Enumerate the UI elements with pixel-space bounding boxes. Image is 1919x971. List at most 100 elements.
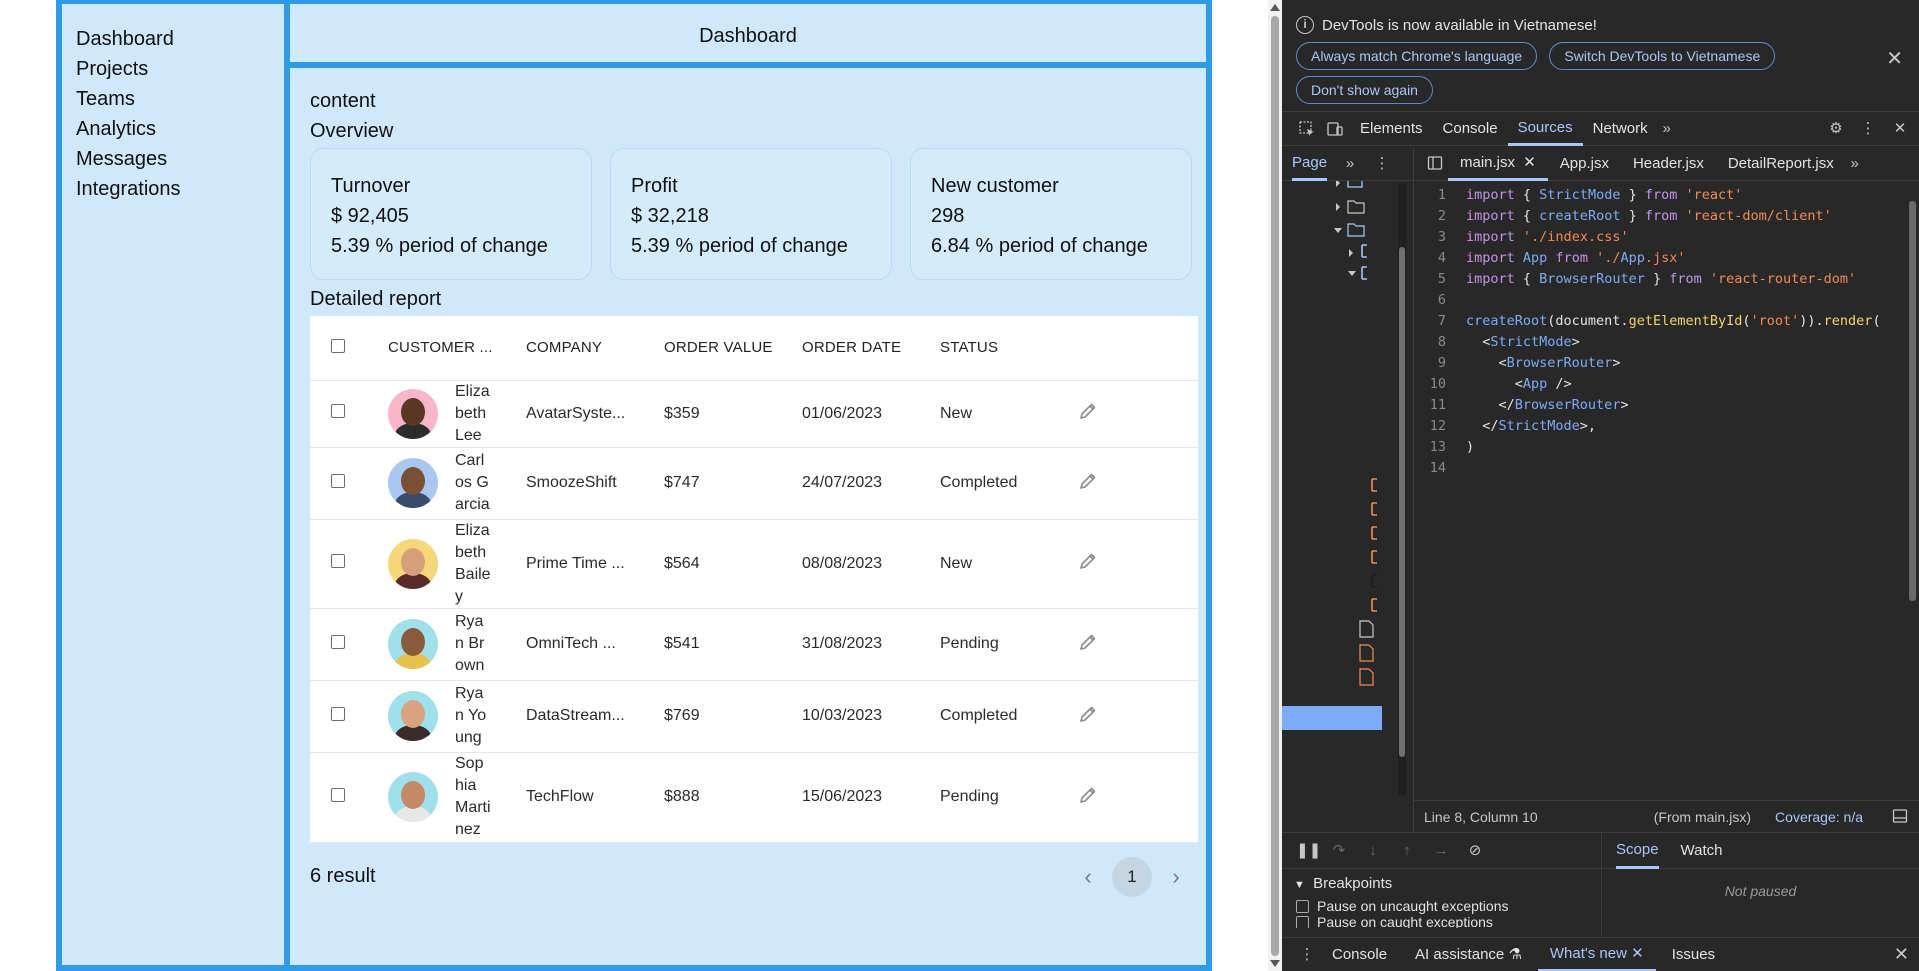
line-number[interactable]: 9	[1414, 353, 1466, 374]
edit-pencil-icon[interactable]	[1078, 551, 1098, 576]
sidebar-item-integrations[interactable]: Integrations	[76, 174, 284, 204]
edit-pencil-icon[interactable]	[1078, 704, 1098, 729]
row-checkbox[interactable]	[331, 706, 345, 721]
edit-pencil-icon[interactable]	[1078, 785, 1098, 810]
more-nav-tabs-icon[interactable]: »	[1341, 155, 1359, 173]
editor-scrollbar-thumb[interactable]	[1909, 201, 1916, 601]
table-row[interactable]: Elizabeth Lee AvatarSyste... $359 01/06/202…	[310, 380, 1198, 448]
toggle-console-icon[interactable]	[1891, 808, 1909, 826]
file-tab-header[interactable]: Header.jsx	[1621, 147, 1716, 181]
row-checkbox[interactable]	[331, 634, 345, 649]
code-line[interactable]: 14	[1414, 458, 1905, 479]
deactivate-breakpoints-icon[interactable]: ⊘	[1466, 842, 1484, 860]
switch-language-button[interactable]: Switch DevTools to Vietnamese	[1549, 42, 1776, 70]
code-view[interactable]: 1 import { StrictMode } from 'react' 2 impo…	[1414, 185, 1905, 785]
row-checkbox[interactable]	[331, 404, 345, 418]
drawer-tab-issues[interactable]: Issues	[1660, 938, 1727, 971]
nav-menu-icon[interactable]: ⋮	[1373, 155, 1391, 173]
code-line[interactable]: 12 </StrictMode>,	[1414, 416, 1905, 437]
inspect-element-icon[interactable]	[1298, 120, 1316, 138]
sidebar-item-projects[interactable]: Projects	[76, 54, 284, 84]
pause-icon[interactable]: ❚❚	[1296, 842, 1321, 860]
header-status[interactable]: STATUS	[940, 316, 1078, 381]
line-number[interactable]: 1	[1414, 185, 1466, 206]
code-line[interactable]: 8 <StrictMode>	[1414, 332, 1905, 353]
code-line[interactable]: 9 <BrowserRouter>	[1414, 353, 1905, 374]
coverage-status[interactable]: Coverage: n/a	[1775, 809, 1863, 825]
line-number[interactable]: 2	[1414, 206, 1466, 227]
dont-show-again-button[interactable]: Don't show again	[1296, 76, 1433, 104]
header-customer[interactable]: CUSTOMER ...	[388, 316, 526, 381]
code-line[interactable]: 11 </BrowserRouter>	[1414, 395, 1905, 416]
table-row[interactable]: Elizabeth Bailey Prime Time ... $564 08/08/…	[310, 519, 1198, 609]
next-page-icon[interactable]: ›	[1164, 864, 1188, 890]
tree-scrollbar-thumb[interactable]	[1399, 247, 1405, 757]
close-drawer-tab-icon[interactable]: ✕	[1631, 945, 1644, 962]
code-line[interactable]: 7 createRoot(document.getElementById('roo…	[1414, 311, 1905, 332]
header-order-value[interactable]: ORDER VALUE	[664, 316, 802, 381]
row-checkbox[interactable]	[331, 473, 345, 488]
line-number[interactable]: 3	[1414, 227, 1466, 248]
line-number[interactable]: 6	[1414, 290, 1466, 311]
code-line[interactable]: 2 import { createRoot } from 'react-dom/c…	[1414, 206, 1905, 227]
code-line[interactable]: 13)	[1414, 437, 1905, 458]
drawer-tab-ai-assistance[interactable]: AI assistance ⚗	[1403, 938, 1534, 971]
line-number[interactable]: 14	[1414, 458, 1466, 479]
line-number[interactable]: 10	[1414, 374, 1466, 395]
table-row[interactable]: Sophia Martinez TechFlow $888 15/06/2023 Pen…	[310, 752, 1198, 843]
file-tree-icons[interactable]	[1282, 181, 1400, 832]
code-line[interactable]: 5 import { BrowserRouter } from 'react-ro…	[1414, 269, 1905, 290]
more-file-tabs-icon[interactable]: »	[1846, 155, 1864, 173]
tab-sources[interactable]: Sources	[1507, 112, 1583, 146]
prev-page-icon[interactable]: ‹	[1076, 864, 1100, 890]
code-line[interactable]: 6	[1414, 290, 1905, 311]
edit-pencil-icon[interactable]	[1078, 632, 1098, 657]
tab-network[interactable]: Network	[1583, 112, 1658, 146]
scroll-up-icon[interactable]	[1270, 4, 1280, 11]
page-number[interactable]: 1	[1112, 856, 1152, 897]
code-line[interactable]: 1 import { StrictMode } from 'react'	[1414, 185, 1905, 206]
more-tabs-icon[interactable]: »	[1658, 120, 1676, 138]
header-company[interactable]: COMPANY	[526, 316, 664, 381]
tab-watch[interactable]: Watch	[1681, 833, 1723, 869]
line-number[interactable]: 13	[1414, 437, 1466, 458]
line-number[interactable]: 11	[1414, 395, 1466, 416]
code-line[interactable]: 4 import App from './App.jsx'	[1414, 248, 1905, 269]
line-number[interactable]: 12	[1414, 416, 1466, 437]
step-icon[interactable]: →	[1432, 842, 1450, 860]
line-number[interactable]: 8	[1414, 332, 1466, 353]
row-checkbox[interactable]	[331, 554, 345, 568]
line-number[interactable]: 4	[1414, 248, 1466, 269]
close-drawer-icon[interactable]: ✕	[1894, 944, 1909, 965]
row-checkbox[interactable]	[331, 787, 345, 802]
toggle-navigator-icon[interactable]	[1426, 155, 1444, 173]
file-tab-main[interactable]: main.jsx ✕	[1448, 147, 1548, 181]
drawer-tab-whats-new[interactable]: What's new ✕	[1537, 938, 1656, 971]
sidebar-item-teams[interactable]: Teams	[76, 84, 284, 114]
tab-elements[interactable]: Elements	[1350, 112, 1433, 146]
scroll-down-icon[interactable]	[1270, 960, 1280, 967]
step-over-icon[interactable]: ↷	[1330, 842, 1348, 860]
code-line[interactable]: 10 <App />	[1414, 374, 1905, 395]
edit-pencil-icon[interactable]	[1078, 401, 1098, 426]
step-into-icon[interactable]: ↓	[1364, 842, 1382, 860]
drawer-menu-icon[interactable]: ⋮	[1298, 946, 1316, 964]
select-all-checkbox[interactable]	[331, 338, 345, 353]
device-toolbar-icon[interactable]	[1326, 120, 1344, 138]
close-file-tab-icon[interactable]: ✕	[1523, 154, 1536, 171]
collapse-breakpoints-icon[interactable]: ▼	[1294, 879, 1305, 891]
line-number[interactable]: 5	[1414, 269, 1466, 290]
drawer-tab-console[interactable]: Console	[1320, 938, 1399, 971]
table-row[interactable]: Ryan Brown OmniTech ... $541 31/08/2023 Pend…	[310, 608, 1198, 681]
source-origin[interactable]: (From main.jsx)	[1654, 809, 1751, 825]
editor-scrollbar[interactable]	[1905, 183, 1919, 793]
file-tab-app[interactable]: App.jsx	[1548, 147, 1621, 181]
sidebar-item-analytics[interactable]: Analytics	[76, 114, 284, 144]
tab-page[interactable]: Page	[1292, 147, 1328, 181]
tab-scope[interactable]: Scope	[1616, 833, 1659, 869]
pause-uncaught-checkbox[interactable]	[1296, 899, 1309, 913]
scrollbar-thumb[interactable]	[1271, 16, 1279, 956]
tab-console[interactable]: Console	[1433, 112, 1508, 146]
step-out-icon[interactable]: ↑	[1398, 842, 1416, 860]
close-devtools-icon[interactable]: ✕	[1891, 120, 1909, 138]
